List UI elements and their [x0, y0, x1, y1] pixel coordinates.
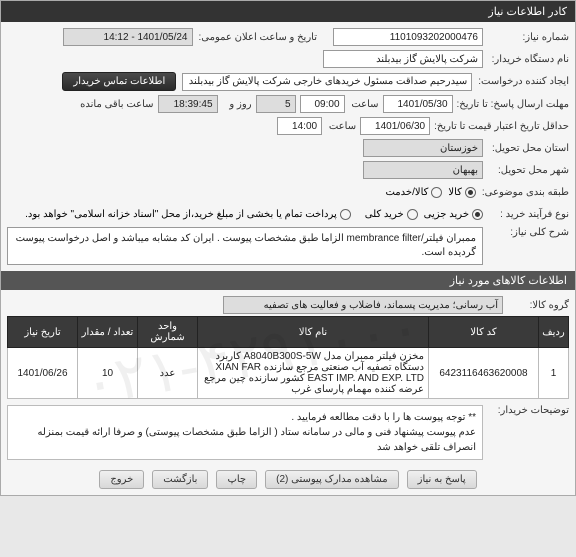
send-deadline-label: مهلت ارسال پاسخ: تا تاریخ: [457, 99, 569, 110]
print-button[interactable]: چاپ [216, 470, 257, 489]
province-label: استان محل تحویل: [489, 143, 569, 154]
province-field: خوزستان [363, 139, 483, 157]
cell-code: 6423116463620008 [429, 348, 539, 399]
radio-icon [431, 187, 442, 198]
radio-partial-label: خرید جزیی [424, 209, 469, 220]
exit-button[interactable]: خروج [99, 470, 144, 489]
cell-date: 1401/06/26 [8, 348, 78, 399]
desc-label: شرح کلی نیاز: [489, 227, 569, 238]
deadline-date-field: 1401/05/30 [383, 95, 453, 113]
remain-label: ساعت باقی مانده [80, 99, 153, 110]
deadline-time-field: 09:00 [300, 95, 345, 113]
send-time-field: 14:00 [277, 117, 322, 135]
radio-total-label: خرید کلی [365, 209, 404, 220]
radio-partial[interactable]: خرید جزیی [424, 209, 483, 220]
radio-icon [472, 209, 483, 220]
process-label: نوع فرآیند خرید : [489, 209, 569, 220]
radio-goods-service-label: کالا/خدمت [385, 187, 428, 198]
announce-label: تاریخ و ساعت اعلان عمومی: [199, 32, 318, 43]
category-label: طبقه بندی موضوعی: [482, 187, 569, 198]
radio-total[interactable]: خرید کلی [365, 209, 418, 220]
radio-icon [465, 187, 476, 198]
buyer-field: شرکت پالایش گاز بیدبلند [323, 50, 483, 68]
time-label-1: ساعت [349, 99, 379, 110]
th-idx: ردیف [539, 317, 569, 348]
th-code: کد کالا [429, 317, 539, 348]
creator-field: سیدرحیم صداقت مسئول خریدهای خارجی شرکت پ… [182, 73, 472, 91]
send-date-field: 1401/06/30 [360, 117, 430, 135]
group-label: گروه کالا: [509, 300, 569, 311]
buyer-note-label: توضیحات خریدار: [489, 405, 569, 416]
cell-unit: عدد [138, 348, 198, 399]
req-no-label: شماره نیاز: [489, 32, 569, 43]
time-label-2: ساعت [326, 121, 356, 132]
buyer-note-field: ** توجه پیوست ها را با دقت مطالعه فرمایی… [7, 405, 483, 460]
city-label: شهر محل تحویل: [489, 165, 569, 176]
req-no-field: 1101093202000476 [333, 28, 483, 46]
cell-qty: 10 [78, 348, 138, 399]
radio-goods-service[interactable]: کالا/خدمت [385, 187, 442, 198]
contact-info-button[interactable]: اطلاعات تماس خریدار [62, 72, 176, 91]
items-table: ردیف کد کالا نام کالا واحد شمارش تعداد /… [7, 316, 569, 399]
payment-note: پرداخت تمام یا بخشی از مبلغ خرید،از محل … [25, 209, 337, 220]
table-header-row: ردیف کد کالا نام کالا واحد شمارش تعداد /… [8, 317, 569, 348]
days-label: روز و [222, 99, 252, 110]
radio-icon [407, 209, 418, 220]
back-button[interactable]: بازگشت [152, 470, 208, 489]
th-name: نام کالا [198, 317, 429, 348]
remain-time-field: 18:39:45 [158, 95, 218, 113]
description-field: ممبران فیلتر/membrance filter الزاما طبق… [7, 227, 483, 265]
window-title: کادر اطلاعات نیاز [1, 1, 575, 22]
radio-icon [340, 209, 351, 220]
payment-note-check: پرداخت تمام یا بخشی از مبلغ خرید،از محل … [25, 209, 351, 220]
items-section-header: اطلاعات کالاهای مورد نیاز [1, 271, 575, 290]
radio-goods-label: کالا [448, 187, 462, 198]
attachments-button[interactable]: مشاهده مدارک پیوستی (2) [265, 470, 399, 489]
th-qty: تعداد / مقدار [78, 317, 138, 348]
announce-field: 1401/05/24 - 14:12 [63, 28, 193, 46]
days-field: 5 [256, 95, 296, 113]
group-field: آب رسانی؛ مدیریت پسماند، فاضلاب و فعالیت… [223, 296, 503, 314]
th-unit: واحد شمارش [138, 317, 198, 348]
table-row[interactable]: 1 6423116463620008 مخزن فیلتر ممبران مدل… [8, 348, 569, 399]
respond-button[interactable]: پاسخ به نیاز [407, 470, 477, 489]
radio-goods[interactable]: کالا [448, 187, 476, 198]
validity-label: حداقل تاریخ اعتبار قیمت تا تاریخ: [434, 121, 569, 132]
creator-label: ایجاد کننده درخواست: [478, 76, 569, 87]
buyer-label: نام دستگاه خریدار: [489, 54, 569, 65]
th-date: تاریخ نیاز [8, 317, 78, 348]
city-field: بهبهان [363, 161, 483, 179]
cell-name: مخزن فیلتر ممبران مدل A8040B300S-5W کارب… [198, 348, 429, 399]
cell-idx: 1 [539, 348, 569, 399]
